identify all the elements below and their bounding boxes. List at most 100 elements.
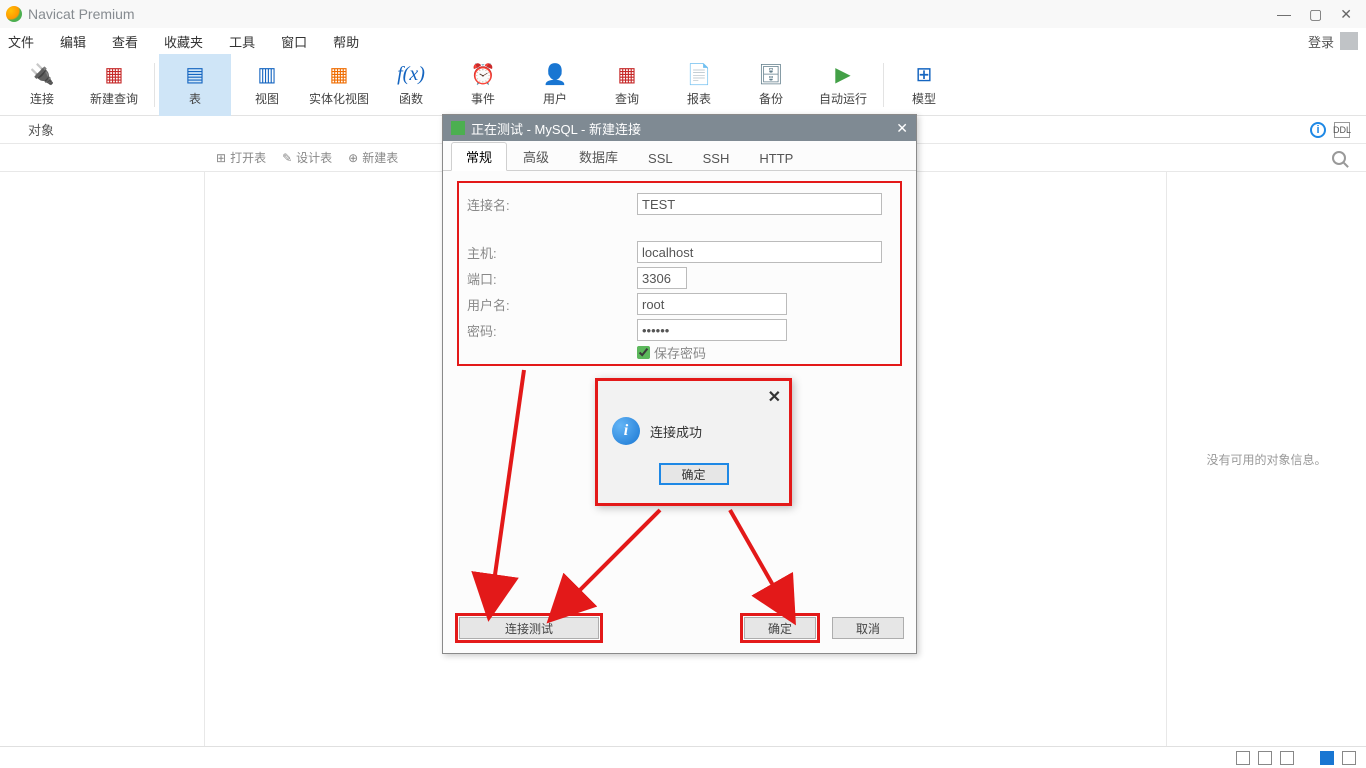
msgbox-close-button[interactable]: ✕ [768, 387, 781, 407]
label-save-password: 保存密码 [654, 343, 706, 362]
tb-function-label: 函数 [399, 90, 423, 107]
tb-connect[interactable]: 🔌 连接 [6, 54, 78, 116]
sidebar [0, 172, 205, 746]
dialog-tabs: 常规 高级 数据库 SSL SSH HTTP [443, 141, 916, 171]
info-circle-icon: i [612, 417, 640, 445]
tab-http[interactable]: HTTP [745, 147, 807, 170]
tb-view-label: 视图 [255, 90, 279, 107]
dialog-title: 正在测试 - MySQL - 新建连接 [471, 119, 641, 138]
menu-favorites[interactable]: 收藏夹 [164, 32, 203, 51]
view-list-icon[interactable] [1258, 751, 1272, 765]
objects-tab[interactable]: 对象 [0, 120, 205, 139]
tb-event-label: 事件 [471, 90, 495, 107]
tb-backup-label: 备份 [759, 90, 783, 107]
tb-query[interactable]: ▦查询 [591, 54, 663, 116]
menu-edit[interactable]: 编辑 [60, 32, 86, 51]
highlight-box: 连接名: 主机: 端口: 用户名: 密码: 保存密码 [457, 181, 902, 366]
input-conn-name[interactable] [637, 193, 882, 215]
app-icon [6, 6, 22, 22]
tab-general[interactable]: 常规 [451, 142, 507, 171]
open-table-label: 打开表 [230, 149, 266, 166]
maximize-button[interactable]: ▢ [1309, 6, 1322, 23]
tb-function[interactable]: f(x) 函数 [375, 54, 447, 116]
query-icon: ▦ [613, 62, 641, 86]
view-grid-icon[interactable] [1236, 751, 1250, 765]
input-username[interactable] [637, 293, 787, 315]
plug-icon: 🔌 [28, 62, 56, 86]
titlebar: Navicat Premium — ▢ ✕ [0, 0, 1366, 28]
close-button[interactable]: ✕ [1340, 6, 1352, 23]
view-detail-icon[interactable] [1280, 751, 1294, 765]
label-password: 密码: [467, 321, 637, 340]
search-button[interactable] [1332, 151, 1346, 165]
highlight-test-btn: 连接测试 [455, 613, 603, 643]
input-password[interactable] [637, 319, 787, 341]
menu-view[interactable]: 查看 [112, 32, 138, 51]
avatar-icon[interactable] [1340, 32, 1358, 50]
function-icon: f(x) [397, 62, 425, 86]
tab-advanced[interactable]: 高级 [509, 143, 563, 170]
minimize-button[interactable]: — [1277, 6, 1291, 23]
tb-automation[interactable]: ▶自动运行 [807, 54, 879, 116]
tb-new-query[interactable]: ▦新建查询 [78, 54, 150, 116]
tb-user[interactable]: 👤用户 [519, 54, 591, 116]
tab-ssh[interactable]: SSH [689, 147, 744, 170]
checkbox-save-password[interactable] [637, 346, 650, 359]
tb-table-label: 表 [189, 90, 201, 107]
tb-backup[interactable]: 🗄 备份 [735, 54, 807, 116]
ddl-icon[interactable]: DDL [1334, 122, 1350, 138]
label-host: 主机: [467, 243, 637, 262]
app-title: Navicat Premium [28, 6, 1277, 22]
open-table-button[interactable]: ⊞打开表 [210, 149, 272, 166]
view-icon: ▥ [253, 62, 281, 86]
input-host[interactable] [637, 241, 882, 263]
message-box: ✕ i 连接成功 确定 [595, 378, 792, 506]
model-icon: ⊞ [910, 62, 938, 86]
design-table-button[interactable]: ✎设计表 [276, 149, 338, 166]
tab-database[interactable]: 数据库 [565, 143, 632, 170]
tab-ssl[interactable]: SSL [634, 147, 687, 170]
tb-mview-label: 实体化视图 [309, 90, 369, 107]
menu-window[interactable]: 窗口 [281, 32, 307, 51]
tb-table[interactable]: ▤表 [159, 54, 231, 116]
table-icon: ▤ [181, 62, 209, 86]
login-link[interactable]: 登录 [1308, 32, 1334, 51]
tb-model-label: 模型 [912, 90, 936, 107]
info-panel: 没有可用的对象信息。 [1166, 172, 1366, 746]
tb-connect-label: 连接 [30, 90, 54, 107]
label-conn-name: 连接名: [467, 195, 637, 214]
tb-report[interactable]: 📄报表 [663, 54, 735, 116]
label-username: 用户名: [467, 295, 637, 314]
new-table-label: 新建表 [362, 149, 398, 166]
dialog-button-row: 连接测试 确定 取消 [443, 613, 916, 643]
tb-view[interactable]: ▥ 视图 [231, 54, 303, 116]
cancel-button[interactable]: 取消 [832, 617, 904, 639]
clock-icon: ⏰ [469, 62, 497, 86]
dialog-close-button[interactable]: ✕ [896, 120, 908, 137]
msgbox-ok-button[interactable]: 确定 [659, 463, 729, 485]
menu-tools[interactable]: 工具 [229, 32, 255, 51]
test-connection-button[interactable]: 连接测试 [459, 617, 599, 639]
automation-icon: ▶ [829, 62, 857, 86]
tb-event[interactable]: ⏰ 事件 [447, 54, 519, 116]
menu-file[interactable]: 文件 [8, 32, 34, 51]
input-port[interactable] [637, 267, 687, 289]
dialog-icon [451, 121, 465, 135]
new-table-button[interactable]: ⊕新建表 [342, 149, 404, 166]
backup-icon: 🗄 [757, 62, 785, 86]
tb-model[interactable]: ⊞ 模型 [888, 54, 960, 116]
search-icon [1332, 151, 1346, 165]
separator [883, 63, 884, 107]
info-icon[interactable]: i [1310, 122, 1326, 138]
panel-toggle-left[interactable] [1320, 751, 1334, 765]
panel-toggle-right[interactable] [1342, 751, 1356, 765]
user-icon: 👤 [541, 62, 569, 86]
tb-mview[interactable]: ▦实体化视图 [303, 54, 375, 116]
highlight-ok-btn: 确定 [740, 613, 820, 643]
report-icon: 📄 [685, 62, 713, 86]
ok-button[interactable]: 确定 [744, 617, 816, 639]
design-table-label: 设计表 [296, 149, 332, 166]
menu-help[interactable]: 帮助 [333, 32, 359, 51]
new-query-icon: ▦ [100, 62, 128, 86]
msgbox-text: 连接成功 [650, 422, 702, 441]
